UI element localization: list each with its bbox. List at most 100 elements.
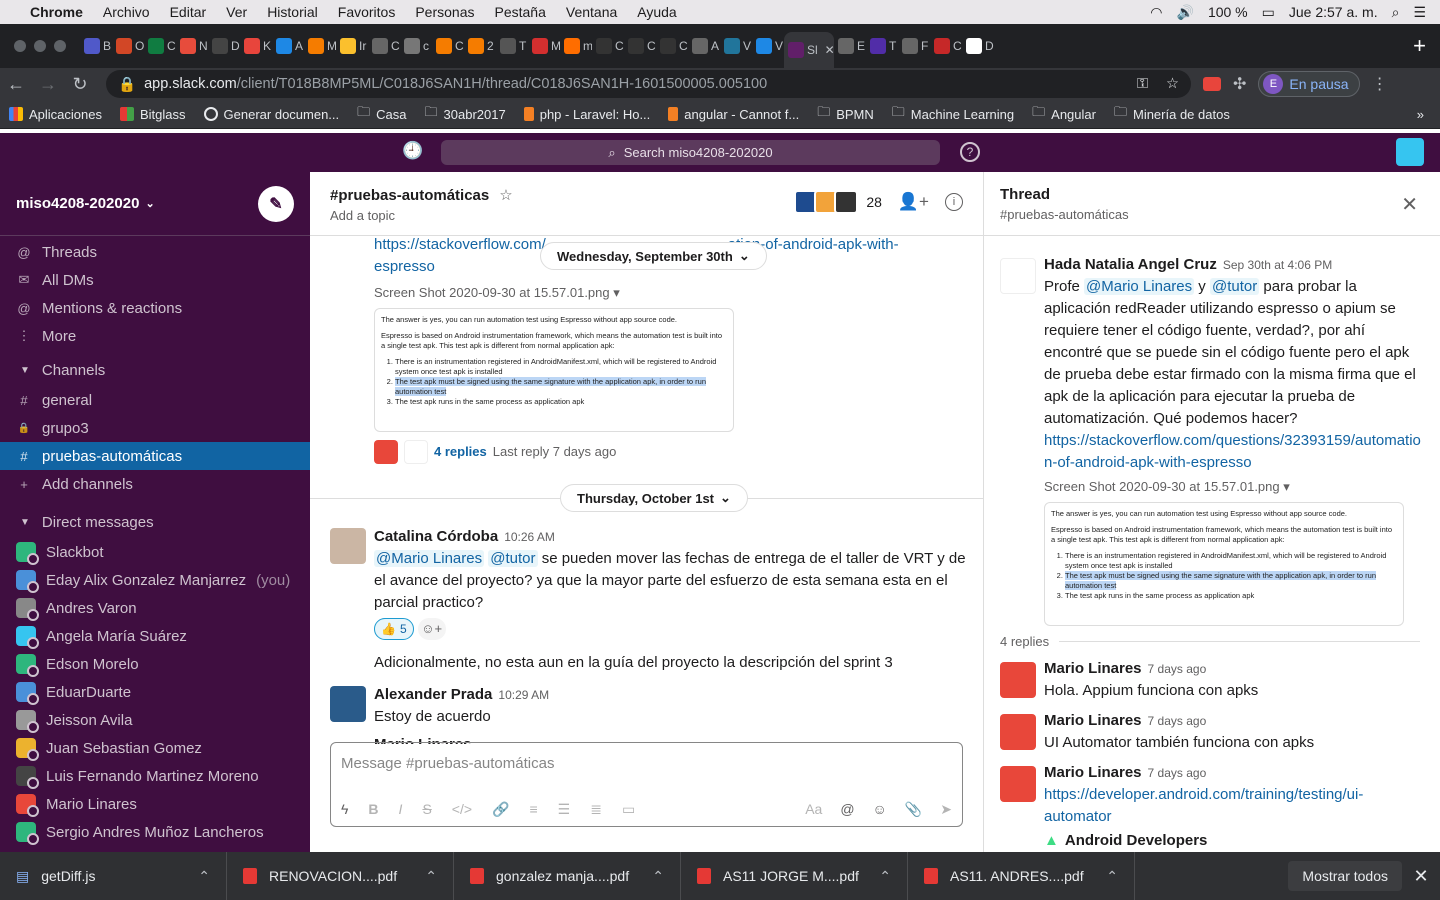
browser-tab[interactable]: V <box>720 31 752 61</box>
show-all-downloads-button[interactable]: Mostrar todos <box>1288 861 1402 891</box>
volume-icon[interactable]: 🔊 <box>1177 4 1194 21</box>
chevron-up-icon[interactable]: ⌃ <box>425 868 437 885</box>
screenshot-image[interactable]: The answer is yes, you can run automatio… <box>374 308 734 432</box>
bookmark-casa[interactable]: 🗀 Casa <box>348 103 415 125</box>
italic-icon[interactable]: I <box>399 801 403 818</box>
sidebar-item-grupo3[interactable]: 🔒 grupo3 <box>0 414 310 442</box>
avatar[interactable] <box>330 528 366 564</box>
send-icon[interactable]: ➤ <box>940 801 952 818</box>
profile-button[interactable]: E En pausa <box>1258 71 1360 97</box>
add-channels-button[interactable]: + Add channels <box>0 470 310 498</box>
info-icon[interactable]: i <box>945 193 963 211</box>
text-format-icon[interactable]: Aa <box>805 801 822 818</box>
browser-tab[interactable]: C <box>624 31 656 61</box>
key-icon[interactable]: ⚿ <box>1137 76 1148 92</box>
browser-tab[interactable]: D <box>208 31 240 61</box>
close-downloads-icon[interactable]: ✕ <box>1402 866 1440 887</box>
sidebar-item-mentions[interactable]: @ Mentions & reactions <box>0 294 310 322</box>
browser-tab[interactable]: C <box>930 31 962 61</box>
bookmark-star-icon[interactable]: ☆ <box>1166 76 1179 92</box>
browser-tab[interactable]: K <box>240 31 272 61</box>
new-tab-button[interactable]: + <box>1399 33 1440 59</box>
browser-tab[interactable]: 2 <box>464 31 496 61</box>
sidebar-dm-item[interactable]: Juan Sebastian Gomez <box>0 734 310 762</box>
author-name[interactable]: Mario Linares <box>1044 712 1142 729</box>
search-input[interactable]: ⌕ Search miso4208-202020 <box>441 140 940 165</box>
link-icon[interactable]: 🔗 <box>492 801 509 818</box>
download-item[interactable]: ▤ getDiff.js ⌃ <box>0 852 227 900</box>
menu-pestana[interactable]: Pestaña <box>485 4 556 20</box>
browser-tab[interactable]: F <box>898 31 930 61</box>
bookmark-apps[interactable]: Aplicaciones <box>0 107 111 122</box>
menu-historial[interactable]: Historial <box>257 4 328 20</box>
timestamp[interactable]: 10:26 AM <box>504 530 555 544</box>
message-composer[interactable]: Message #pruebas-automáticas ϟ B I S </>… <box>330 742 963 827</box>
download-item[interactable]: RENOVACION....pdf ⌃ <box>227 852 454 900</box>
browser-tab[interactable]: O <box>112 31 144 61</box>
chrome-menu-icon[interactable]: ⋮ <box>1372 74 1388 94</box>
download-item[interactable]: AS11 JORGE M....pdf ⌃ <box>681 852 908 900</box>
sidebar-dm-item[interactable]: Slackbot <box>0 538 310 566</box>
browser-tab[interactable]: V <box>752 31 784 61</box>
bookmark-machine-learning[interactable]: 🗀 Machine Learning <box>883 103 1023 125</box>
message-link[interactable]: https://stackoverflow.com/questions/3239… <box>1044 432 1421 471</box>
workspace-header[interactable]: miso4208-202020 ⌄ ✎ <box>0 172 310 236</box>
bookmark-30abr2017[interactable]: 🗀 30abr2017 <box>416 103 515 125</box>
close-icon[interactable]: ✕ <box>1401 192 1418 217</box>
close-window-button[interactable] <box>14 40 26 52</box>
wifi-icon[interactable]: ◠ <box>1150 4 1162 21</box>
bookmark-mineria[interactable]: 🗀 Minería de datos <box>1105 103 1239 125</box>
code-icon[interactable]: </> <box>452 801 472 818</box>
avatar[interactable] <box>1000 766 1036 802</box>
browser-tab[interactable]: T <box>496 31 528 61</box>
browser-tab[interactable]: M <box>304 31 336 61</box>
app-menu[interactable]: Chrome <box>20 4 93 20</box>
lock-icon[interactable]: 🔒 <box>118 76 136 93</box>
replies-link[interactable]: 4 replies <box>434 441 487 463</box>
download-item[interactable]: gonzalez manja....pdf ⌃ <box>454 852 681 900</box>
browser-tab[interactable]: T <box>866 31 898 61</box>
chevron-up-icon[interactable]: ⌃ <box>198 868 210 885</box>
browser-tab[interactable]: D <box>962 31 994 61</box>
browser-tab[interactable]: N <box>176 31 208 61</box>
bullet-list-icon[interactable]: ☰ <box>558 801 571 818</box>
download-item[interactable]: AS11. ANDRES....pdf ⌃ <box>908 852 1135 900</box>
reaction-thumbs-up[interactable]: 👍 5 <box>374 618 414 640</box>
avatar[interactable] <box>330 686 366 722</box>
menu-favoritos[interactable]: Favoritos <box>328 4 406 20</box>
strike-icon[interactable]: S <box>422 801 431 818</box>
thread-summary[interactable]: 4 replies Last reply 7 days ago <box>374 440 970 464</box>
link-preview[interactable]: ▲ Android Developers <box>1044 830 1424 852</box>
sidebar-dm-item[interactable]: Eday Alix Gonzalez Manjarrez (you) <box>0 566 310 594</box>
bookmark-angular[interactable]: 🗀 Angular <box>1023 103 1105 125</box>
avatar[interactable] <box>1000 662 1036 698</box>
codeblock-icon[interactable]: ▭ <box>622 801 635 818</box>
author-name[interactable]: Mario Linares <box>1044 660 1142 677</box>
extension-icon[interactable] <box>1203 77 1221 91</box>
sidebar-dm-item[interactable]: Sergio Andres Muñoz Lancheros <box>0 818 310 846</box>
url-bar[interactable]: 🔒 app.slack.com/client/T018B8MP5ML/C018J… <box>106 70 1191 98</box>
clock[interactable]: Jue 2:57 a. m. <box>1289 4 1378 20</box>
sidebar-dm-item[interactable]: Luis Fernando Martinez Moreno <box>0 762 310 790</box>
sidebar-item-all-dms[interactable]: ✉ All DMs <box>0 266 310 294</box>
browser-tab[interactable]: Ir <box>336 31 368 61</box>
sidebar-dm-item[interactable]: Andres Varon <box>0 594 310 622</box>
browser-tab[interactable]: C <box>656 31 688 61</box>
sidebar-dm-item[interactable]: Edson Morelo <box>0 650 310 678</box>
timestamp[interactable]: 7 days ago <box>1148 714 1207 728</box>
screenshot-image[interactable]: The answer is yes, you can run automatio… <box>1044 502 1404 626</box>
avatar[interactable] <box>1000 258 1036 294</box>
chevron-up-icon[interactable]: ⌃ <box>879 868 891 885</box>
menu-archivo[interactable]: Archivo <box>93 4 160 20</box>
member-avatars[interactable] <box>794 190 859 214</box>
bookmark-bpmn[interactable]: 🗀 BPMN <box>808 103 883 125</box>
history-icon[interactable]: 🕘 <box>402 141 423 161</box>
sidebar-dm-item[interactable]: EduarDuarte <box>0 678 310 706</box>
add-reaction-icon[interactable]: ☺+ <box>417 618 446 640</box>
sidebar-dm-item[interactable]: Mario Linares <box>0 790 310 818</box>
menu-extras-icon[interactable]: ☰ <box>1413 4 1426 21</box>
sidebar-item-threads[interactable]: @ Threads <box>0 238 310 266</box>
compose-button[interactable]: ✎ <box>258 185 294 222</box>
minimize-window-button[interactable] <box>34 40 46 52</box>
browser-tab[interactable]: m <box>560 31 592 61</box>
